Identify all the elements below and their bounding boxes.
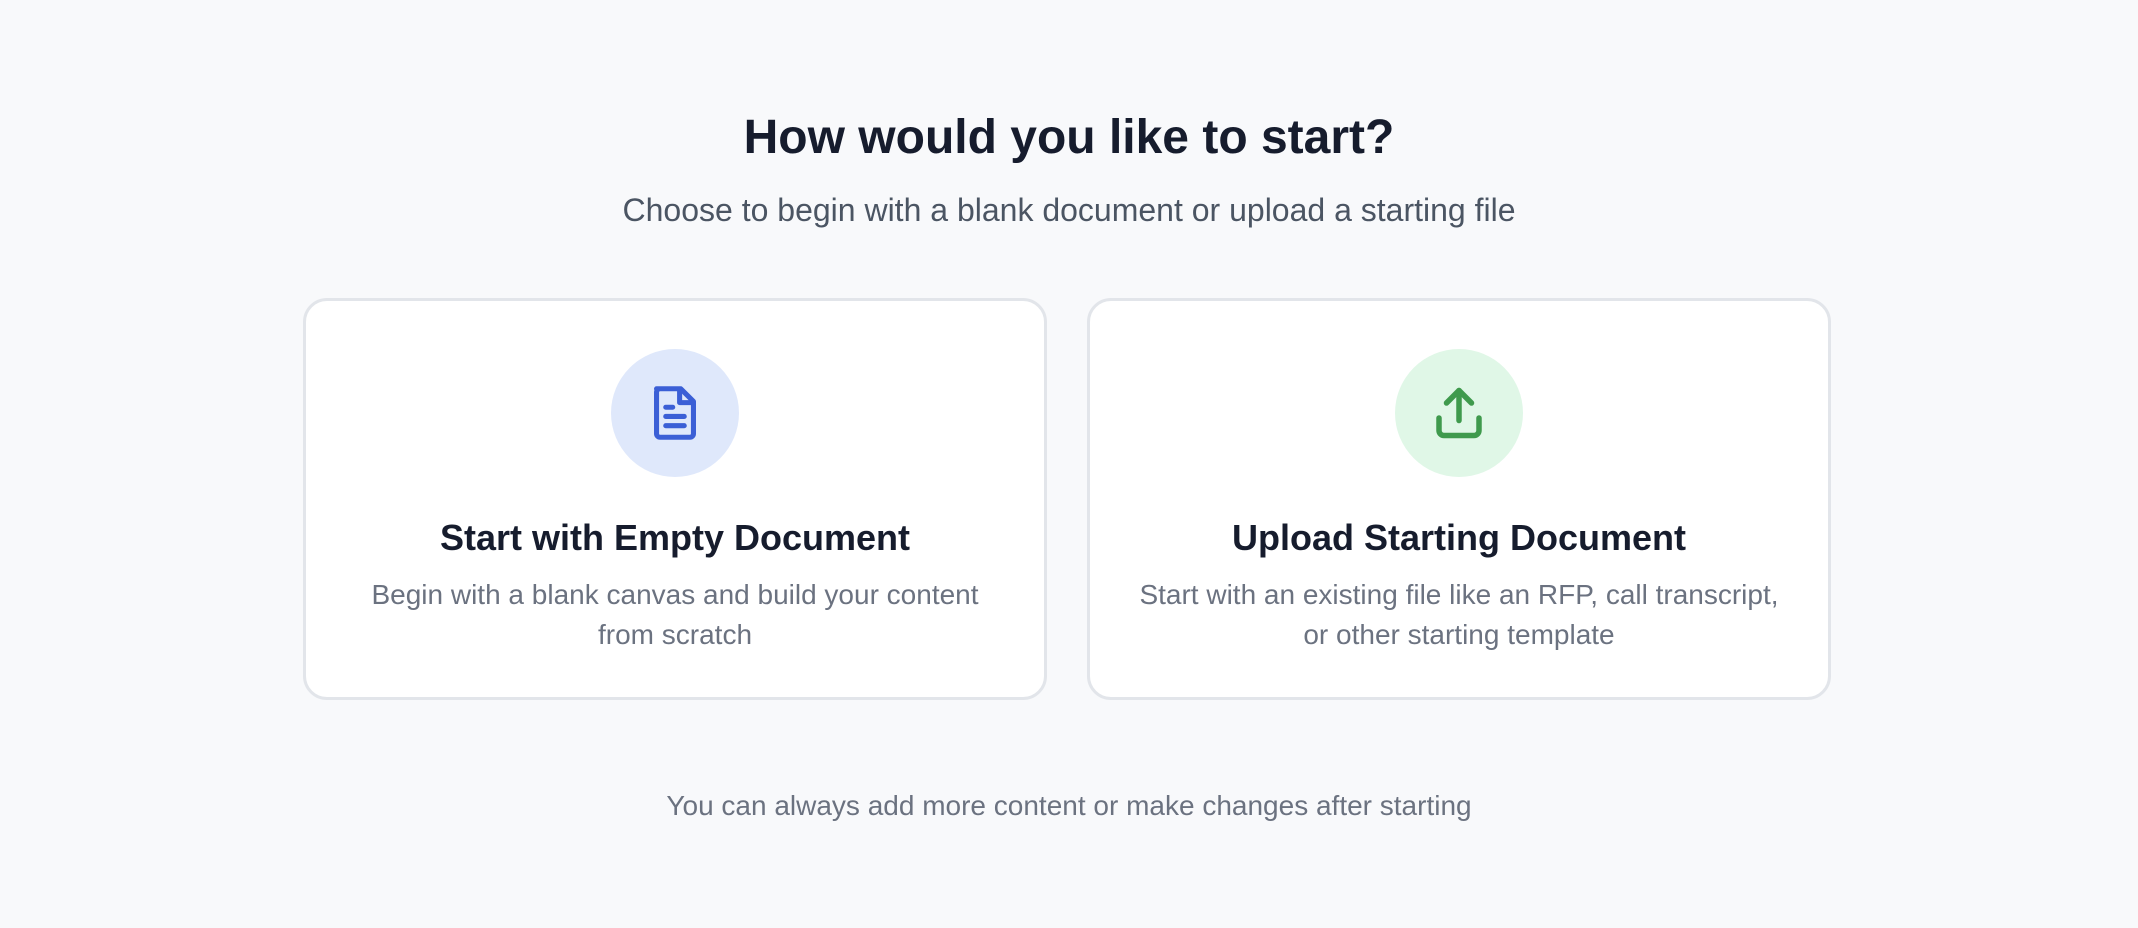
empty-document-option-card[interactable]: Start with Empty Document Begin with a b…: [303, 298, 1047, 700]
footer-note: You can always add more content or make …: [666, 790, 1472, 821]
upload-icon: [1436, 387, 1482, 439]
upload-document-option-card[interactable]: Upload Starting Document Start with an e…: [1087, 298, 1831, 700]
upload-document-description: Start with an existing file like an RFP,…: [1139, 579, 1779, 650]
upload-document-title: Upload Starting Document: [1231, 517, 1686, 558]
page-title: How would you like to start?: [743, 111, 1395, 164]
empty-document-title: Start with Empty Document: [439, 517, 911, 558]
upload-icon-badge: [1395, 349, 1523, 477]
document-icon-badge: [611, 349, 739, 477]
start-options-page: How would you like to start? Choose to b…: [0, 0, 2138, 928]
page-subtitle: Choose to begin with a blank document or…: [622, 192, 1516, 228]
document-icon: [654, 386, 696, 440]
empty-document-description: Begin with a blank canvas and build your…: [371, 579, 979, 650]
